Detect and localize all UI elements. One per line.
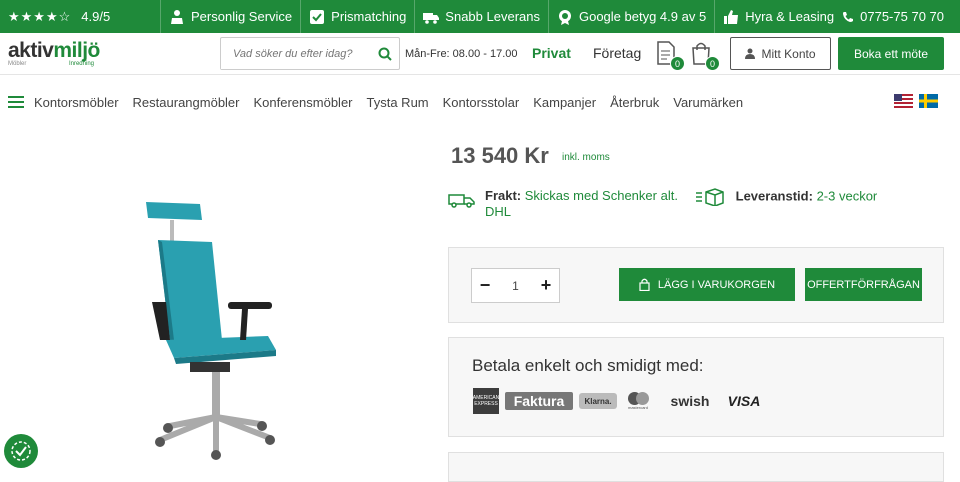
- shipping-info: Frakt: Skickas med Schenker alt. DHL: [448, 188, 678, 220]
- swedish-flag-icon[interactable]: [919, 94, 938, 108]
- logo-sub-right: Inredning: [68, 61, 94, 67]
- quantity-stepper: − 1 +: [471, 268, 560, 303]
- account-label: Mitt Konto: [761, 46, 816, 61]
- site-logo[interactable]: aktivmiljö Möbler Inredning: [8, 39, 118, 69]
- nav-item-aterbruk[interactable]: Återbruk: [610, 95, 659, 110]
- purchase-box: − 1 + LÄGG I VARUKORGEN OFFERTFÖRFRÅGAN: [448, 247, 944, 323]
- faktura-logo: Faktura: [505, 392, 573, 410]
- info-box: [448, 452, 944, 482]
- mastercard-logo: mastercard: [623, 388, 653, 414]
- floating-badge-button[interactable]: [4, 434, 38, 468]
- quantity-value[interactable]: 1: [512, 279, 519, 293]
- delivery-value: 2-3 veckor: [816, 188, 878, 204]
- my-account-button[interactable]: Mitt Konto: [730, 37, 831, 70]
- nav-item-varumarken[interactable]: Varumärken: [673, 95, 743, 110]
- bag-icon: [639, 278, 650, 291]
- mastercard-text: mastercard: [627, 405, 648, 410]
- top-usp-bar: ★★★★☆ 4.9/5 Personlig Service Prismatchi…: [0, 0, 960, 33]
- delivery-label: Leveranstid:: [735, 188, 813, 204]
- language-switcher: [894, 94, 938, 108]
- search-box: [220, 37, 400, 70]
- usp-label: Prismatching: [331, 9, 407, 24]
- usp-google-betyg[interactable]: Google betyg 4.9 av 5: [547, 0, 714, 33]
- add-to-cart-button[interactable]: LÄGG I VARUKORGEN: [619, 268, 795, 301]
- quantity-decrease-button[interactable]: −: [478, 275, 492, 296]
- amex-logo: AMERICAN EXPRESS: [473, 388, 499, 414]
- book-meeting-button[interactable]: Boka ett möte: [838, 37, 944, 70]
- nav-item-tysta-rum[interactable]: Tysta Rum: [367, 95, 429, 110]
- thumbs-up-icon: [724, 9, 739, 24]
- usp-label: Personlig Service: [191, 9, 293, 24]
- usp-label: Snabb Leverans: [445, 9, 540, 24]
- product-image-office-chair[interactable]: [130, 190, 290, 465]
- menu-icon[interactable]: [8, 96, 24, 108]
- usp-label: Google betyg 4.9 av 5: [578, 9, 707, 24]
- opening-hours: Mån-Fre: 08.00 - 17.00: [405, 48, 518, 60]
- rating-score: 4.9/5: [81, 9, 111, 24]
- add-to-cart-label: LÄGG I VARUKORGEN: [657, 278, 776, 291]
- search-icon: [378, 47, 392, 61]
- segment-privat-link[interactable]: Privat: [532, 45, 571, 61]
- product-price: 13 540 Kr: [451, 143, 549, 168]
- usp-prismatching[interactable]: Prismatching: [300, 0, 414, 33]
- nav-item-kampanjer[interactable]: Kampanjer: [533, 95, 596, 110]
- shipping-label: Frakt:: [485, 188, 522, 203]
- payment-title: Betala enkelt och smidigt med:: [472, 356, 704, 375]
- nav-item-restaurangmobler[interactable]: Restaurangmöbler: [133, 95, 240, 110]
- user-icon: [745, 48, 756, 59]
- google-badge-icon: [558, 9, 571, 25]
- segment-foretag-link[interactable]: Företag: [593, 45, 641, 61]
- site-header: aktivmiljö Möbler Inredning Mån-Fre: 08.…: [0, 33, 960, 75]
- swish-logo: swish: [670, 393, 710, 409]
- check-badge-icon: [11, 441, 31, 461]
- shipping-truck-icon: [448, 194, 475, 208]
- quote-list-button[interactable]: 0: [655, 41, 685, 71]
- package-icon: [696, 188, 724, 206]
- quote-request-button[interactable]: OFFERTFÖRFRÅGAN: [805, 268, 922, 301]
- logo-text-green: miljö: [53, 39, 100, 62]
- cart-count-badge: 0: [705, 56, 720, 71]
- person-service-icon: [171, 9, 183, 24]
- search-button[interactable]: [371, 39, 399, 69]
- usp-label: Hyra & Leasing: [745, 9, 835, 24]
- price-match-icon: [310, 9, 325, 24]
- logo-text-main: aktiv: [8, 39, 54, 62]
- phone-icon: [843, 11, 854, 22]
- quote-count-badge: 0: [670, 56, 685, 71]
- logo-sub-left: Möbler: [8, 61, 27, 67]
- usp-personlig-service[interactable]: Personlig Service: [160, 0, 300, 33]
- delivery-info: Leveranstid: 2-3 veckor: [696, 188, 877, 206]
- payment-methods-box: Betala enkelt och smidigt med: AMERICAN …: [448, 337, 944, 437]
- payment-logos: AMERICAN EXPRESS Faktura Klarna. masterc…: [473, 388, 761, 414]
- phone-number: 0775-75 70 70: [860, 9, 944, 24]
- visa-logo: VISA: [727, 393, 761, 409]
- main-nav: Kontorsmöbler Restaurangmöbler Konferens…: [0, 76, 960, 128]
- rating-stars: ★★★★☆: [8, 8, 72, 24]
- truck-icon: [423, 12, 440, 24]
- vat-note: inkl. moms: [562, 152, 610, 163]
- cart-button[interactable]: 0: [690, 41, 720, 71]
- nav-item-kontorsmobler[interactable]: Kontorsmöbler: [34, 95, 119, 110]
- phone-link[interactable]: 0775-75 70 70: [842, 9, 960, 24]
- us-flag-icon[interactable]: [894, 94, 913, 108]
- rating-summary[interactable]: ★★★★☆ 4.9/5: [0, 9, 160, 25]
- quantity-increase-button[interactable]: +: [539, 275, 553, 296]
- nav-item-konferensmobler[interactable]: Konferensmöbler: [254, 95, 353, 110]
- search-input[interactable]: [221, 38, 371, 69]
- klarna-logo: Klarna.: [579, 393, 617, 409]
- usp-snabb-leverans[interactable]: Snabb Leverans: [414, 0, 548, 33]
- nav-item-kontorsstolar[interactable]: Kontorsstolar: [443, 95, 520, 110]
- usp-hyra-leasing[interactable]: Hyra & Leasing: [714, 0, 842, 33]
